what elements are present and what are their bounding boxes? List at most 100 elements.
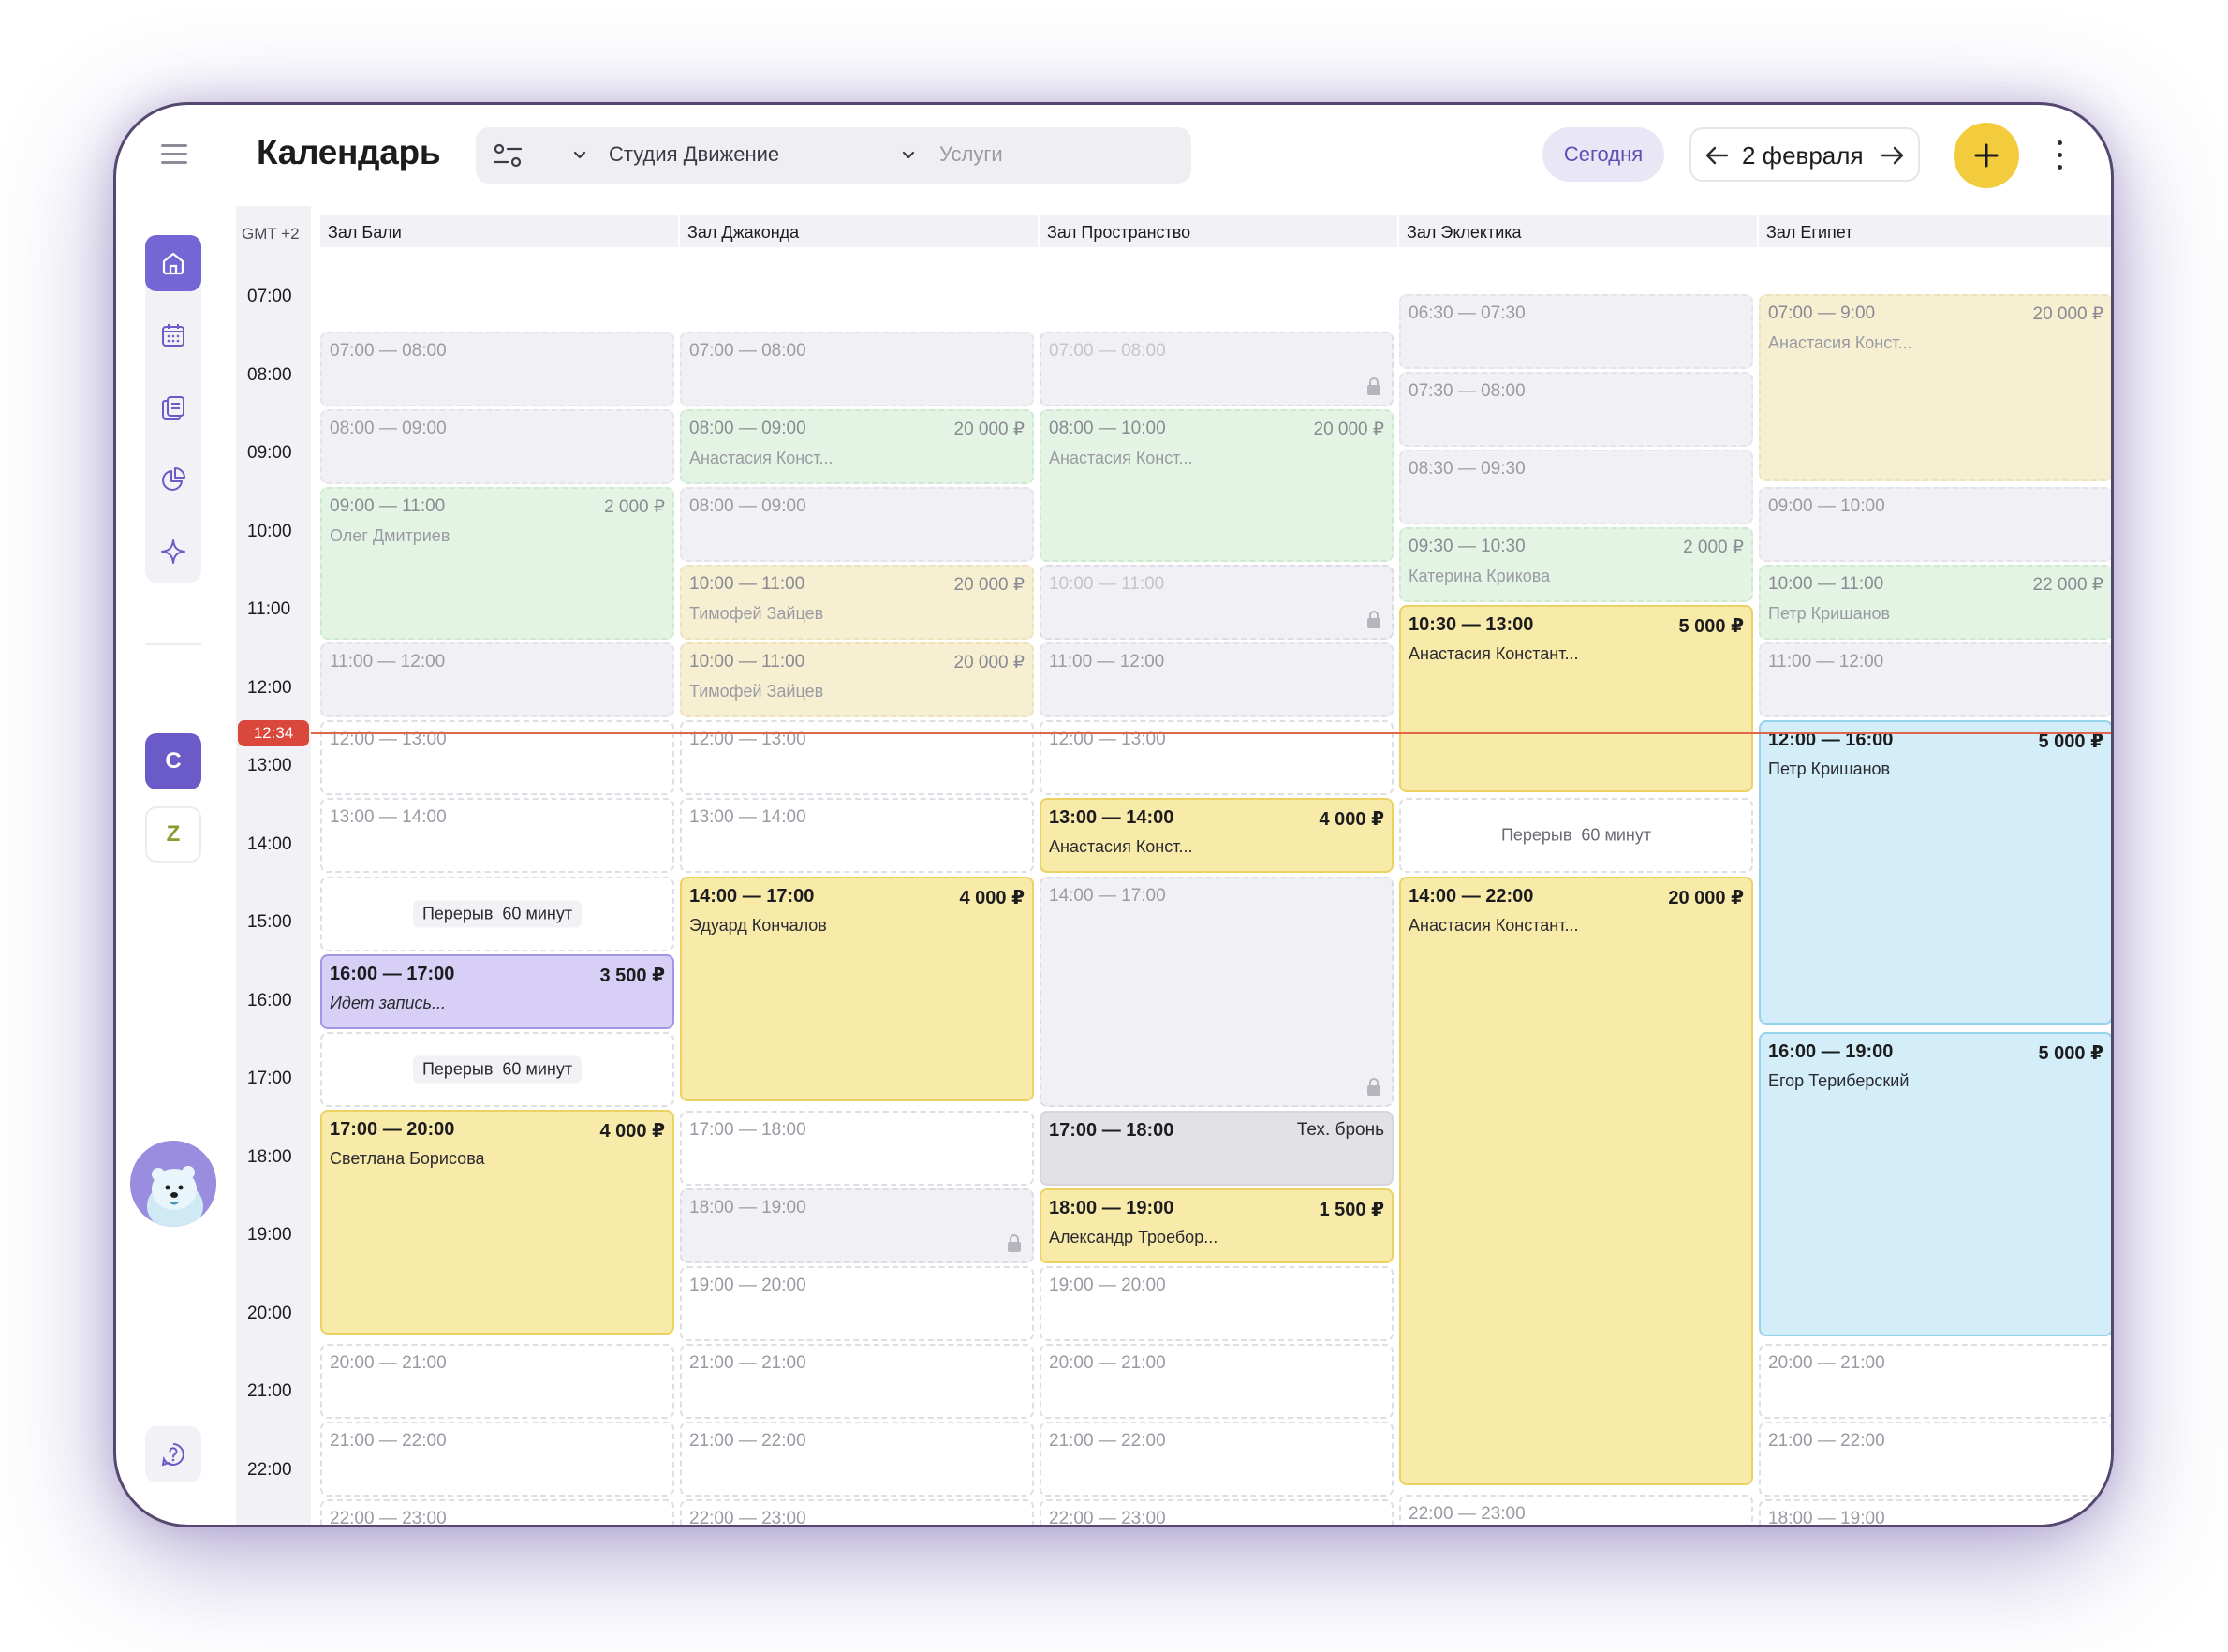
empty-slot[interactable]: 09:00 — 10:00 [1759,487,2111,562]
empty-slot[interactable]: 20:00 — 21:00 [1040,1344,1394,1419]
empty-slot[interactable]: 11:00 — 12:00 [320,642,674,717]
menu-icon[interactable] [158,139,190,170]
client-name: Петр Кришанов [1768,760,1891,778]
break-slot[interactable]: Перерыв 60 минут [1399,798,1753,873]
account-z[interactable]: Z [145,806,201,863]
filter-settings-icon[interactable] [491,139,524,172]
empty-slot[interactable]: 21:00 — 21:00 [680,1344,1034,1419]
slot-price: 5 000 ₽ [1678,616,1744,637]
booking-card[interactable]: 13:00 — 14:00 4 000 ₽ Анастасия Конст... [1040,798,1394,873]
more-options-icon[interactable] [2055,139,2066,172]
slot-time: 09:30 — 10:30 [1409,537,1526,556]
sidebar-item-calendar[interactable] [145,307,201,363]
empty-slot[interactable]: 20:00 — 21:00 [1759,1344,2111,1419]
locked-slot[interactable]: 10:00 — 11:00 [1040,565,1394,640]
empty-slot[interactable]: 19:00 — 20:00 [1040,1266,1394,1341]
chevron-down-icon[interactable] [571,147,588,164]
account-c[interactable]: C [145,733,201,789]
empty-slot[interactable]: 12:00 — 13:00 [680,720,1034,795]
empty-slot[interactable]: 08:00 — 09:00 [320,409,674,484]
booking-card[interactable]: 09:30 — 10:30 2 000 ₽ Катерина Крикова [1399,527,1753,602]
studio-select[interactable]: Студия Движение [609,142,779,167]
slot-time: 21:00 — 22:00 [1768,1431,1885,1451]
empty-slot[interactable]: 07:30 — 08:00 [1399,372,1753,447]
booking-card[interactable]: 08:00 — 10:00 20 000 ₽ Анастасия Конст... [1040,409,1394,562]
chevron-down-icon[interactable] [900,147,917,164]
empty-slot[interactable]: 19:00 — 20:00 [680,1266,1034,1341]
break-duration: 60 минут [502,904,573,923]
booking-card[interactable]: 14:00 — 17:00 4 000 ₽ Эдуард Кончалов [680,877,1034,1101]
empty-slot[interactable]: 11:00 — 12:00 [1759,642,2111,717]
sidebar-item-documents[interactable] [145,379,201,435]
client-name: Анастасия Конст... [1049,837,1193,856]
booking-card[interactable]: 10:30 — 13:00 5 000 ₽ Анастасия Констант..… [1399,605,1753,792]
empty-slot[interactable]: 22:00 — 23:00 [680,1499,1034,1525]
slot-time: 10:00 — 11:00 [689,652,805,671]
empty-slot[interactable]: 22:00 — 23:00 [1040,1499,1394,1525]
empty-slot[interactable]: 21:00 — 22:00 [1759,1422,2111,1497]
tablet-frame: Календарь Студия Движение Услуги Сегодня [113,102,2114,1527]
slot-price: 20 000 ₽ [953,575,1025,595]
sidebar-item-analytics[interactable] [145,451,201,508]
empty-slot[interactable]: 11:00 — 12:00 [1040,642,1394,717]
hour-label: 10:00 [247,521,292,541]
locked-slot[interactable]: 07:00 — 08:00 [1040,332,1394,406]
empty-slot[interactable]: 17:00 — 18:00 [680,1111,1034,1186]
slot-time: 18:00 — 19:00 [689,1198,806,1217]
break-slot[interactable]: Перерыв 60 минут [320,1032,674,1107]
booking-card[interactable]: 10:00 — 11:00 20 000 ₽ Тимофей Зайцев [680,565,1034,640]
empty-slot[interactable]: 07:00 — 08:00 [680,332,1034,406]
slot-time: 17:00 — 18:00 [1049,1120,1174,1141]
slot-price: 20 000 ₽ [953,420,1025,439]
booking-card[interactable]: 18:00 — 19:00 1 500 ₽ Александр Троебор... [1040,1188,1394,1263]
hour-label: 08:00 [247,364,292,385]
empty-slot[interactable]: 08:00 — 09:00 [680,487,1034,562]
empty-slot[interactable]: 18:00 — 19:00 [1759,1499,2111,1525]
break-slot[interactable]: Перерыв 60 минут [320,877,674,951]
slot-time: 13:00 — 14:00 [330,807,447,827]
booking-card[interactable]: 08:00 — 09:00 20 000 ₽ Анастасия Конст... [680,409,1034,484]
booking-card[interactable]: 16:00 — 19:00 5 000 ₽ Егор Териберский [1759,1032,2111,1336]
help-button[interactable] [145,1426,201,1482]
empty-slot[interactable]: 20:00 — 21:00 [320,1344,674,1419]
booking-card[interactable]: 17:00 — 18:00 Тех. бронь [1040,1111,1394,1186]
locked-slot[interactable]: 14:00 — 17:00 [1040,877,1394,1107]
today-button[interactable]: Сегодня [1542,127,1664,182]
arrow-left-icon[interactable] [1703,141,1731,170]
booking-card[interactable]: 10:00 — 11:00 20 000 ₽ Тимофей Зайцев [680,642,1034,717]
booking-card[interactable]: 14:00 — 22:00 20 000 ₽ Анастасия Констант.… [1399,877,1753,1485]
services-select[interactable]: Услуги [939,142,1003,167]
avatar[interactable] [130,1141,216,1227]
slot-price: Тех. бронь [1296,1120,1384,1140]
hour-label: 19:00 [247,1225,292,1245]
booking-card[interactable]: 17:00 — 20:00 4 000 ₽ Светлана Борисова [320,1110,674,1335]
booking-card[interactable]: 10:00 — 11:00 22 000 ₽ Петр Кришанов [1759,565,2111,640]
slot-time: 08:30 — 09:30 [1409,459,1526,479]
empty-slot[interactable]: 21:00 — 22:00 [1040,1422,1394,1497]
empty-slot[interactable]: 12:00 — 13:00 [320,720,674,795]
empty-slot[interactable]: 22:00 — 23:00 [1399,1495,1753,1525]
empty-slot[interactable]: 07:00 — 08:00 [320,332,674,406]
sidebar-item-home[interactable] [145,235,201,291]
empty-slot[interactable]: 21:00 — 22:00 [320,1422,674,1497]
empty-slot[interactable]: 08:30 — 09:30 [1399,450,1753,524]
booking-card[interactable]: 12:00 — 16:00 5 000 ₽ Петр Кришанов [1759,720,2111,1025]
locked-slot[interactable]: 18:00 — 19:00 [680,1188,1034,1263]
client-name: Анастасия Конст... [1768,333,1912,352]
booking-card[interactable]: 09:00 — 11:00 2 000 ₽ Олег Дмитриев [320,487,674,640]
empty-slot[interactable]: 13:00 — 14:00 [680,798,1034,873]
empty-slot[interactable]: 21:00 — 22:00 [680,1422,1034,1497]
booking-card[interactable]: 16:00 — 17:00 3 500 ₽ Идет запись... [320,954,674,1029]
client-name: Олег Дмитриев [330,526,450,545]
break-duration: 60 минут [1581,825,1652,845]
arrow-right-icon[interactable] [1879,141,1907,170]
empty-slot[interactable]: 22:00 — 23:00 [320,1499,674,1525]
current-time-line [311,732,2111,734]
sidebar-item-sparkle[interactable] [145,524,201,580]
booking-card[interactable]: 07:00 — 9:00 20 000 ₽ Анастасия Конст... [1759,294,2111,481]
add-button[interactable] [1954,123,2019,188]
lock-icon [1367,611,1380,628]
empty-slot[interactable]: 13:00 — 14:00 [320,798,674,873]
empty-slot[interactable]: 12:00 — 13:00 [1040,720,1394,795]
empty-slot[interactable]: 06:30 — 07:30 [1399,294,1753,369]
